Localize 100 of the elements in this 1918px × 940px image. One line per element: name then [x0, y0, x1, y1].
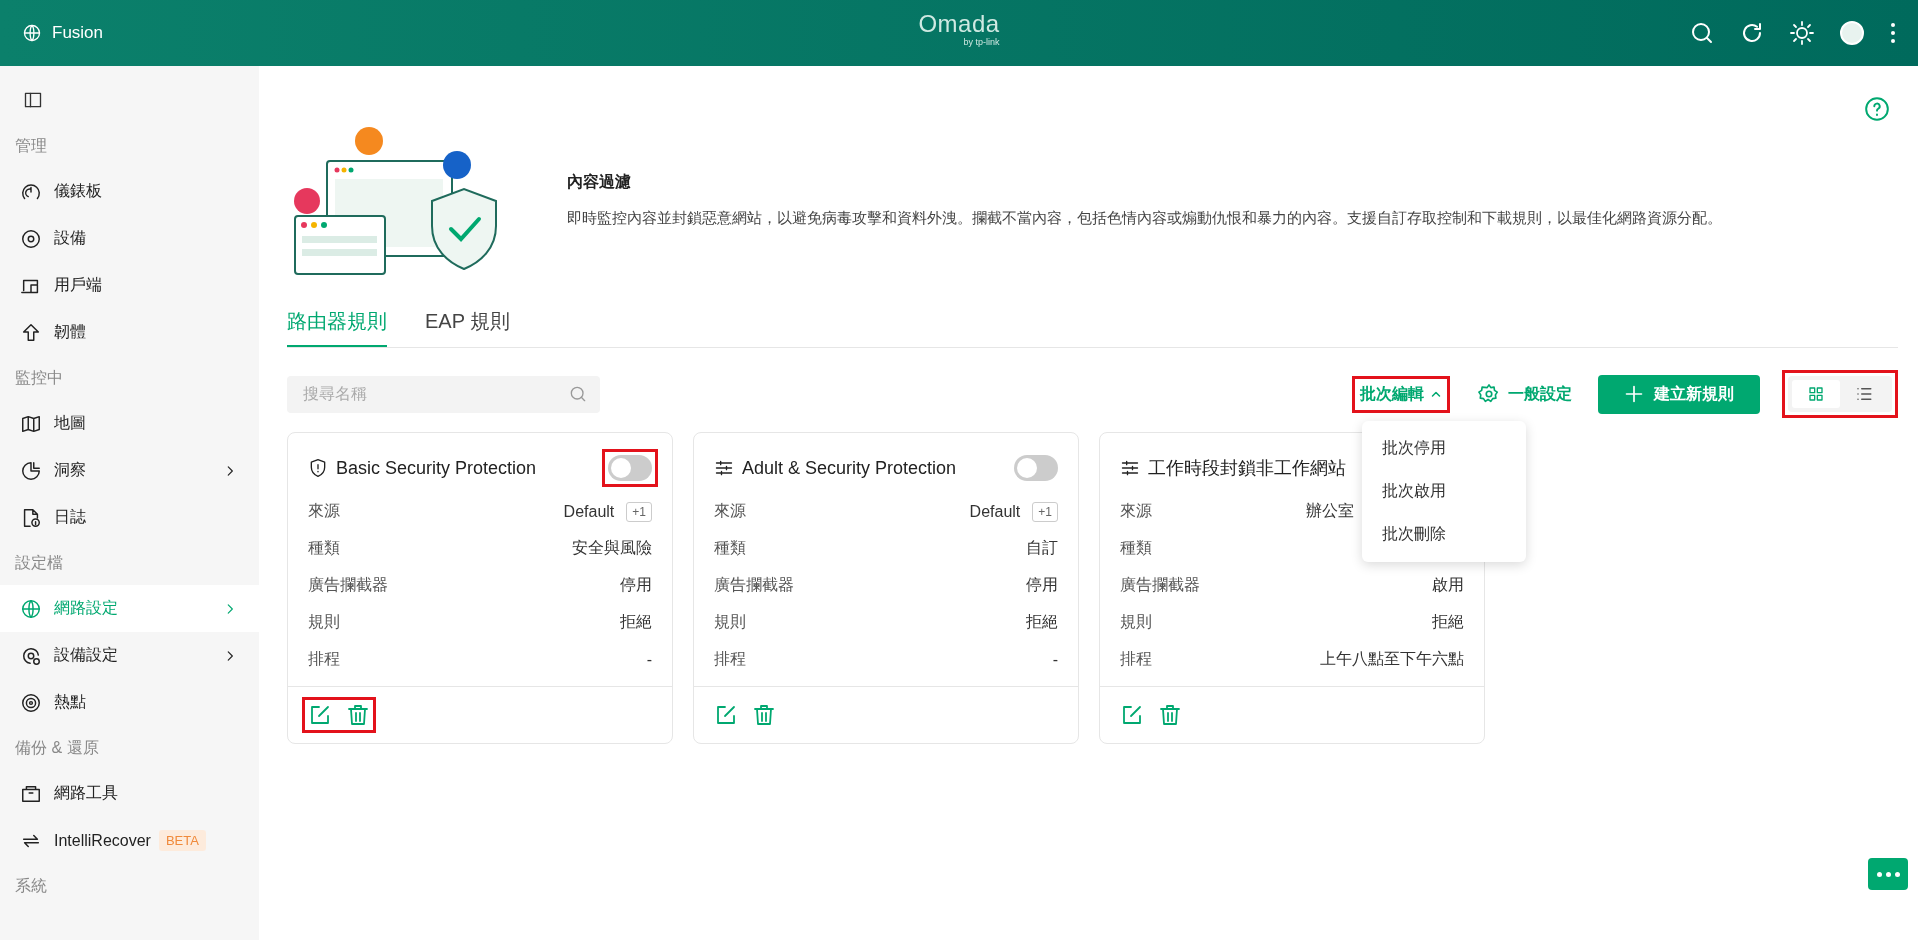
upload-arrow-icon — [20, 321, 42, 344]
sidebar-item-label: IntelliRecover — [54, 831, 151, 850]
sidebar-item[interactable]: 設備設定 — [0, 632, 259, 679]
rule-title: Adult & Security Protection — [742, 457, 958, 479]
avatar[interactable] — [1840, 21, 1864, 45]
field-value: 拒絕 — [620, 612, 652, 632]
field-label: 廣告攔截器 — [1120, 575, 1200, 595]
disc-icon — [20, 227, 42, 250]
list-icon — [1855, 385, 1873, 403]
rule-title: 工作時段封鎖非工作網站 — [1148, 457, 1347, 480]
search-field[interactable]: 搜尋名稱 — [287, 375, 600, 413]
sidebar-item-label: 韌體 — [54, 322, 87, 342]
sidebar-item-label: 網路工具 — [54, 783, 119, 803]
globe-icon — [20, 597, 42, 620]
search-icon[interactable] — [1690, 21, 1714, 45]
trash-icon[interactable] — [752, 703, 776, 727]
field-value: 停用 — [1026, 575, 1058, 595]
plus-icon — [1624, 384, 1644, 404]
logo-subtitle: by tp-link — [963, 38, 1000, 47]
field-value: 啟用 — [1432, 575, 1464, 595]
hotspot-icon — [20, 691, 42, 714]
field-value: 拒絕 — [1026, 612, 1058, 632]
sidebar-item-label: 日誌 — [54, 507, 87, 527]
field-value: 安全與風險 — [572, 538, 652, 558]
chat-button[interactable] — [1868, 858, 1908, 890]
sliders-icon — [1120, 458, 1140, 478]
sidebar-section-title: 系統 — [14, 875, 48, 896]
sidebar-item-label: 地圖 — [54, 413, 87, 433]
more-options-icon[interactable] — [1890, 22, 1896, 44]
field-value: Default — [563, 502, 615, 521]
sidebar-item[interactable]: 用戶端 — [0, 262, 259, 309]
edit-icon[interactable] — [1120, 703, 1144, 727]
field-label: 來源 — [308, 501, 340, 521]
gear-icon — [1478, 383, 1500, 405]
sidebar-item-label: 用戶端 — [54, 275, 103, 295]
field-label: 來源 — [714, 501, 746, 521]
globe-icon — [22, 23, 42, 43]
field-value: 自訂 — [1026, 538, 1058, 558]
rule-title: Basic Security Protection — [336, 457, 538, 479]
help-icon[interactable] — [1864, 96, 1890, 122]
sidebar-section-title: 管理 — [14, 135, 48, 156]
field-label: 廣告攔截器 — [308, 575, 388, 595]
sidebar-section-title: 監控中 — [14, 367, 64, 388]
count-tag: +1 — [626, 501, 652, 522]
field-label: 來源 — [1120, 501, 1152, 521]
edit-icon[interactable] — [308, 703, 332, 727]
field-label: 種類 — [714, 538, 746, 558]
sidebar-item[interactable]: 洞察 — [0, 447, 259, 494]
pie-chart-icon — [20, 459, 42, 482]
sidebar-item-label: 設備 — [54, 228, 87, 248]
site-name: Fusion — [52, 23, 104, 43]
sun-icon[interactable] — [1790, 21, 1814, 45]
count-tag: +1 — [1032, 501, 1058, 522]
sidebar-item[interactable]: 日誌 — [0, 494, 259, 541]
page-description: 即時監控內容並封鎖惡意網站，以避免病毒攻擊和資料外洩。攔截不當內容，包括色情內容或煽動仇恨和暴力的內容。支援自訂存取控制和下載規則，以最佳化網路資源分配。 — [567, 209, 1722, 228]
page-title: 內容過濾 — [567, 172, 632, 192]
sidebar-item[interactable]: IntelliRecover BETA — [0, 817, 259, 864]
field-label: 種類 — [308, 538, 340, 558]
sidebar-section-title: 設定檔 — [14, 552, 64, 573]
sidebar-item[interactable]: 地圖 — [0, 400, 259, 447]
field-value: - — [1052, 650, 1058, 669]
field-label: 規則 — [714, 612, 746, 632]
sidebar-item[interactable]: 儀錶板 — [0, 168, 259, 215]
field-label: 排程 — [714, 649, 746, 669]
grid-view-button[interactable] — [1792, 380, 1840, 408]
field-value: - — [646, 650, 652, 669]
logo-text: Omada — [918, 12, 1000, 36]
sidebar-item-label: 熱點 — [54, 692, 87, 712]
sidebar-item[interactable]: 熱點 — [0, 679, 259, 726]
sidebar-item[interactable]: 網路工具 — [0, 770, 259, 817]
trash-icon[interactable] — [1158, 703, 1182, 727]
toggle-switch[interactable] — [608, 455, 652, 481]
sidebar-item-label: 設備設定 — [54, 645, 119, 665]
menu-item[interactable]: 批次啟用 — [1362, 469, 1526, 513]
sidebar-item[interactable]: 韌體 — [0, 309, 259, 356]
toggle-switch[interactable] — [1014, 455, 1058, 481]
beta-badge: BETA — [158, 830, 206, 851]
trash-icon[interactable] — [346, 703, 370, 727]
grid-icon — [1808, 386, 1824, 402]
sidebar-item[interactable]: 設備 — [0, 215, 259, 262]
sidebar-item-label: 洞察 — [54, 460, 87, 480]
refresh-icon[interactable] — [1740, 21, 1764, 45]
field-value: 停用 — [620, 575, 652, 595]
field-label: 排程 — [308, 649, 340, 669]
menu-item[interactable]: 批次停用 — [1362, 426, 1526, 470]
field-value: 拒絕 — [1432, 612, 1464, 632]
edit-icon[interactable] — [714, 703, 738, 727]
sidebar-item-label: 網路設定 — [54, 598, 119, 618]
field-label: 廣告攔截器 — [714, 575, 794, 595]
sidebar-item-label: 儀錶板 — [54, 181, 103, 201]
field-value: 辦公室 — [1306, 501, 1354, 521]
field-label: 種類 — [1120, 538, 1152, 558]
field-value: Default — [969, 502, 1021, 521]
field-label: 規則 — [1120, 612, 1152, 632]
shield-alert-icon — [308, 458, 328, 478]
tab[interactable]: EAP 規則 — [425, 308, 511, 347]
sliders-icon — [714, 458, 734, 478]
menu-item[interactable]: 批次刪除 — [1362, 512, 1526, 556]
field-value: 上午八點至下午六點 — [1320, 649, 1464, 669]
sidebar-section-title: 備份 & 還原 — [14, 737, 100, 758]
